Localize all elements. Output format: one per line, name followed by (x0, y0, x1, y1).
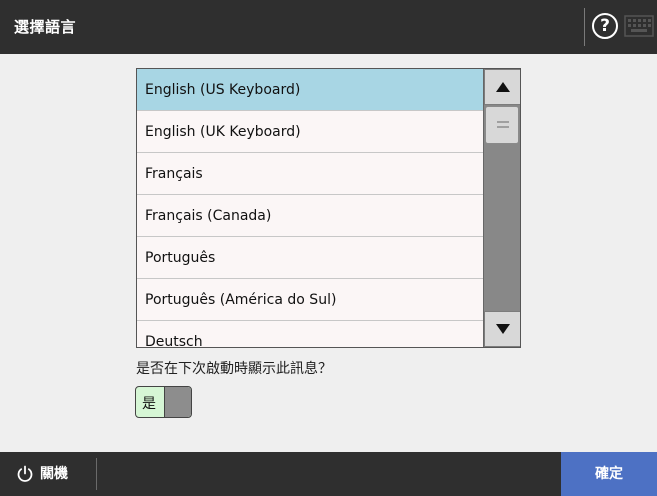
language-list-item[interactable]: Português (137, 237, 483, 279)
keyboard-button[interactable] (624, 14, 654, 38)
triangle-down-icon (496, 324, 510, 334)
language-list-item[interactable]: Deutsch (137, 321, 483, 347)
shutdown-label: 關機 (40, 466, 68, 482)
list-scrollbar[interactable] (483, 69, 520, 347)
language-list-items: English (US Keyboard) English (UK Keyboar… (137, 69, 483, 347)
scroll-up-button[interactable] (484, 69, 520, 105)
header-divider (584, 8, 585, 46)
page-title: 選擇語言 (14, 18, 77, 36)
footer-bar: 關機 確定 (0, 452, 657, 496)
toggle-label: 是 (142, 396, 156, 412)
language-list-item[interactable]: Português (América do Sul) (137, 279, 483, 321)
show-on-startup-toggle[interactable]: 是 (135, 386, 192, 418)
header-bar: 選擇語言 ? (0, 0, 657, 54)
language-list-item[interactable]: English (UK Keyboard) (137, 111, 483, 153)
language-selection-screen: 選擇語言 ? English (US Keyboard) English (UK… (0, 0, 657, 496)
startup-question: 是否在下次啟動時顯示此訊息？ (136, 361, 332, 377)
help-circle-icon: ? (600, 16, 610, 36)
help-button[interactable]: ? (592, 13, 618, 39)
scroll-down-button[interactable] (484, 311, 520, 347)
footer-divider (96, 458, 97, 490)
language-list-item[interactable]: English (US Keyboard) (137, 69, 483, 111)
language-list[interactable]: English (US Keyboard) English (UK Keyboar… (136, 68, 521, 348)
toggle-knob (164, 387, 191, 417)
ok-button[interactable]: 確定 (561, 452, 657, 496)
shutdown-button[interactable]: 關機 (0, 452, 96, 496)
keyboard-icon (624, 15, 654, 37)
triangle-up-icon (496, 82, 510, 92)
scroll-thumb[interactable] (485, 106, 519, 144)
language-list-item[interactable]: Français (137, 153, 483, 195)
language-list-item[interactable]: Français (Canada) (137, 195, 483, 237)
power-icon (17, 465, 33, 482)
